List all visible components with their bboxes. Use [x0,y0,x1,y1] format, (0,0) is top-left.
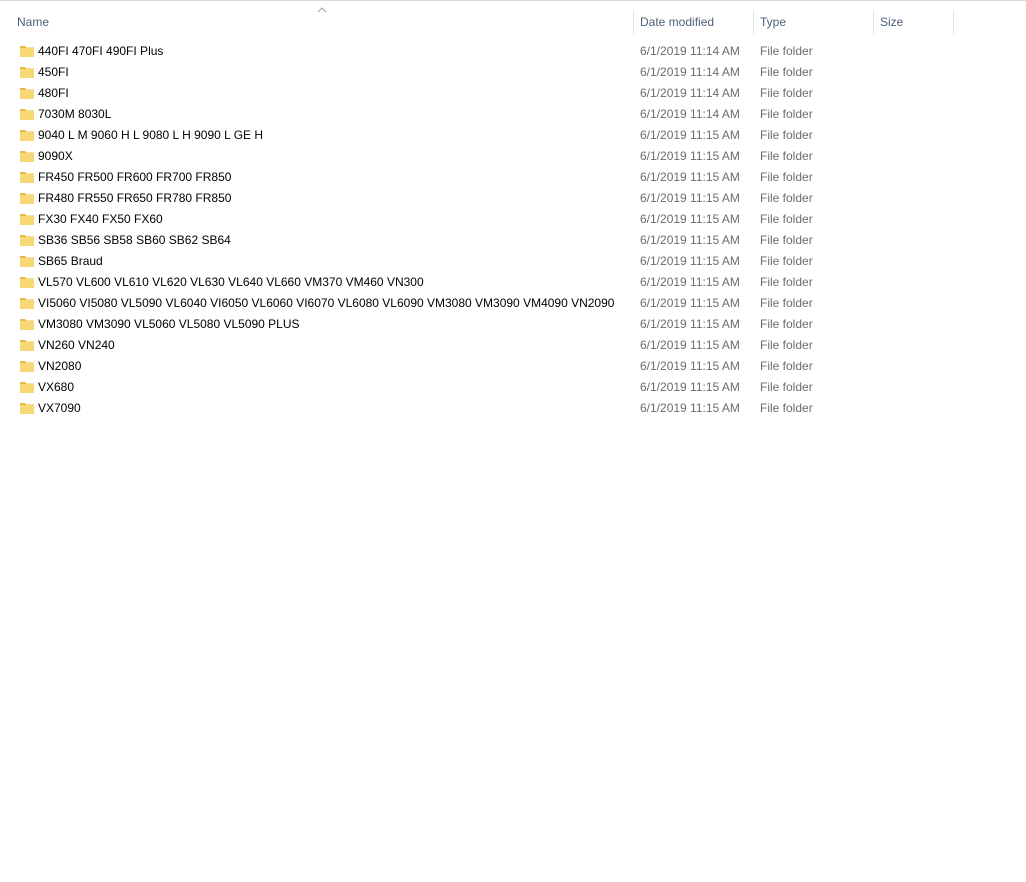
file-type: File folder [760,359,813,373]
folder-icon [20,172,34,183]
file-date-modified: 6/1/2019 11:15 AM [640,170,740,184]
column-header-name[interactable]: Name [11,10,634,35]
file-type: File folder [760,401,813,415]
file-name: VM3080 VM3090 VL5060 VL5080 VL5090 PLUS [38,317,300,331]
file-date-modified: 6/1/2019 11:15 AM [640,212,740,226]
file-row[interactable]: VN260 VN240 6/1/2019 11:15 AM File folde… [0,335,1026,356]
window-top-border [0,0,1026,3]
file-type: File folder [760,317,813,331]
file-row[interactable]: VL570 VL600 VL610 VL620 VL630 VL640 VL66… [0,272,1026,293]
file-type: File folder [760,65,813,79]
file-row[interactable]: VX7090 6/1/2019 11:15 AM File folder [0,398,1026,419]
file-date-modified: 6/1/2019 11:15 AM [640,338,740,352]
file-date-modified: 6/1/2019 11:15 AM [640,359,740,373]
folder-icon [20,277,34,288]
file-date-modified: 6/1/2019 11:14 AM [640,65,740,79]
file-date-modified: 6/1/2019 11:15 AM [640,128,740,142]
file-type: File folder [760,212,813,226]
file-date-modified: 6/1/2019 11:15 AM [640,149,740,163]
file-name: VL570 VL600 VL610 VL620 VL630 VL640 VL66… [38,275,424,289]
file-name: 440FI 470FI 490FI Plus [38,44,164,58]
file-name: 7030M 8030L [38,107,112,121]
file-date-modified: 6/1/2019 11:15 AM [640,233,740,247]
column-header-size[interactable]: Size [874,10,954,35]
file-name: 450FI [38,65,69,79]
file-type: File folder [760,149,813,163]
file-name: SB36 SB56 SB58 SB60 SB62 SB64 [38,233,231,247]
file-row[interactable]: SB65 Braud 6/1/2019 11:15 AM File folder [0,251,1026,272]
file-list: 440FI 470FI 490FI Plus 6/1/2019 11:14 AM… [0,41,1026,419]
file-row[interactable]: FX30 FX40 FX50 FX60 6/1/2019 11:15 AM Fi… [0,209,1026,230]
file-row[interactable]: FR450 FR500 FR600 FR700 FR850 6/1/2019 1… [0,167,1026,188]
file-name: FX30 FX40 FX50 FX60 [38,212,163,226]
folder-icon [20,67,34,78]
file-name: FR450 FR500 FR600 FR700 FR850 [38,170,232,184]
file-row[interactable]: 440FI 470FI 490FI Plus 6/1/2019 11:14 AM… [0,41,1026,62]
folder-icon [20,235,34,246]
column-header-type[interactable]: Type [754,10,874,35]
file-type: File folder [760,107,813,121]
column-header-date-modified[interactable]: Date modified [634,10,754,35]
folder-icon [20,88,34,99]
file-date-modified: 6/1/2019 11:15 AM [640,401,740,415]
file-name: VI5060 VI5080 VL5090 VL6040 VI6050 VL606… [38,296,615,310]
file-date-modified: 6/1/2019 11:14 AM [640,44,740,58]
file-date-modified: 6/1/2019 11:15 AM [640,191,740,205]
file-date-modified: 6/1/2019 11:14 AM [640,86,740,100]
file-type: File folder [760,254,813,268]
file-date-modified: 6/1/2019 11:15 AM [640,254,740,268]
file-name: SB65 Braud [38,254,103,268]
file-row[interactable]: VX680 6/1/2019 11:15 AM File folder [0,377,1026,398]
folder-icon [20,403,34,414]
file-date-modified: 6/1/2019 11:15 AM [640,380,740,394]
file-name: FR480 FR550 FR650 FR780 FR850 [38,191,232,205]
file-type: File folder [760,275,813,289]
file-date-modified: 6/1/2019 11:15 AM [640,317,740,331]
file-row[interactable]: FR480 FR550 FR650 FR780 FR850 6/1/2019 1… [0,188,1026,209]
file-name: VN260 VN240 [38,338,115,352]
file-type: File folder [760,128,813,142]
file-date-modified: 6/1/2019 11:15 AM [640,296,740,310]
file-row[interactable]: 450FI 6/1/2019 11:14 AM File folder [0,62,1026,83]
file-name: 480FI [38,86,69,100]
file-name: VX680 [38,380,75,394]
file-name: 9040 L M 9060 H L 9080 L H 9090 L GE H [38,128,264,142]
file-type: File folder [760,296,813,310]
file-row[interactable]: SB36 SB56 SB58 SB60 SB62 SB64 6/1/2019 1… [0,230,1026,251]
file-type: File folder [760,86,813,100]
file-row[interactable]: 9040 L M 9060 H L 9080 L H 9090 L GE H 6… [0,125,1026,146]
file-type: File folder [760,338,813,352]
file-row[interactable]: 480FI 6/1/2019 11:14 AM File folder [0,83,1026,104]
file-type: File folder [760,44,813,58]
file-name: VX7090 [38,401,81,415]
folder-icon [20,193,34,204]
file-name: 9090X [38,149,73,163]
file-row[interactable]: VM3080 VM3090 VL5060 VL5080 VL5090 PLUS … [0,314,1026,335]
folder-icon [20,319,34,330]
folder-icon [20,151,34,162]
file-type: File folder [760,170,813,184]
file-name: VN2080 [38,359,82,373]
folder-icon [20,130,34,141]
file-row[interactable]: 7030M 8030L 6/1/2019 11:14 AM File folde… [0,104,1026,125]
column-header-bar: Name Date modified Type Size [0,10,1026,35]
folder-icon [20,256,34,267]
folder-icon [20,109,34,120]
folder-icon [20,340,34,351]
file-type: File folder [760,233,813,247]
file-date-modified: 6/1/2019 11:14 AM [640,107,740,121]
file-date-modified: 6/1/2019 11:15 AM [640,275,740,289]
folder-icon [20,46,34,57]
folder-icon [20,214,34,225]
file-row[interactable]: VI5060 VI5080 VL5090 VL6040 VI6050 VL606… [0,293,1026,314]
file-row[interactable]: VN2080 6/1/2019 11:15 AM File folder [0,356,1026,377]
file-type: File folder [760,380,813,394]
folder-icon [20,361,34,372]
file-type: File folder [760,191,813,205]
folder-icon [20,298,34,309]
folder-icon [20,382,34,393]
file-row[interactable]: 9090X 6/1/2019 11:15 AM File folder [0,146,1026,167]
